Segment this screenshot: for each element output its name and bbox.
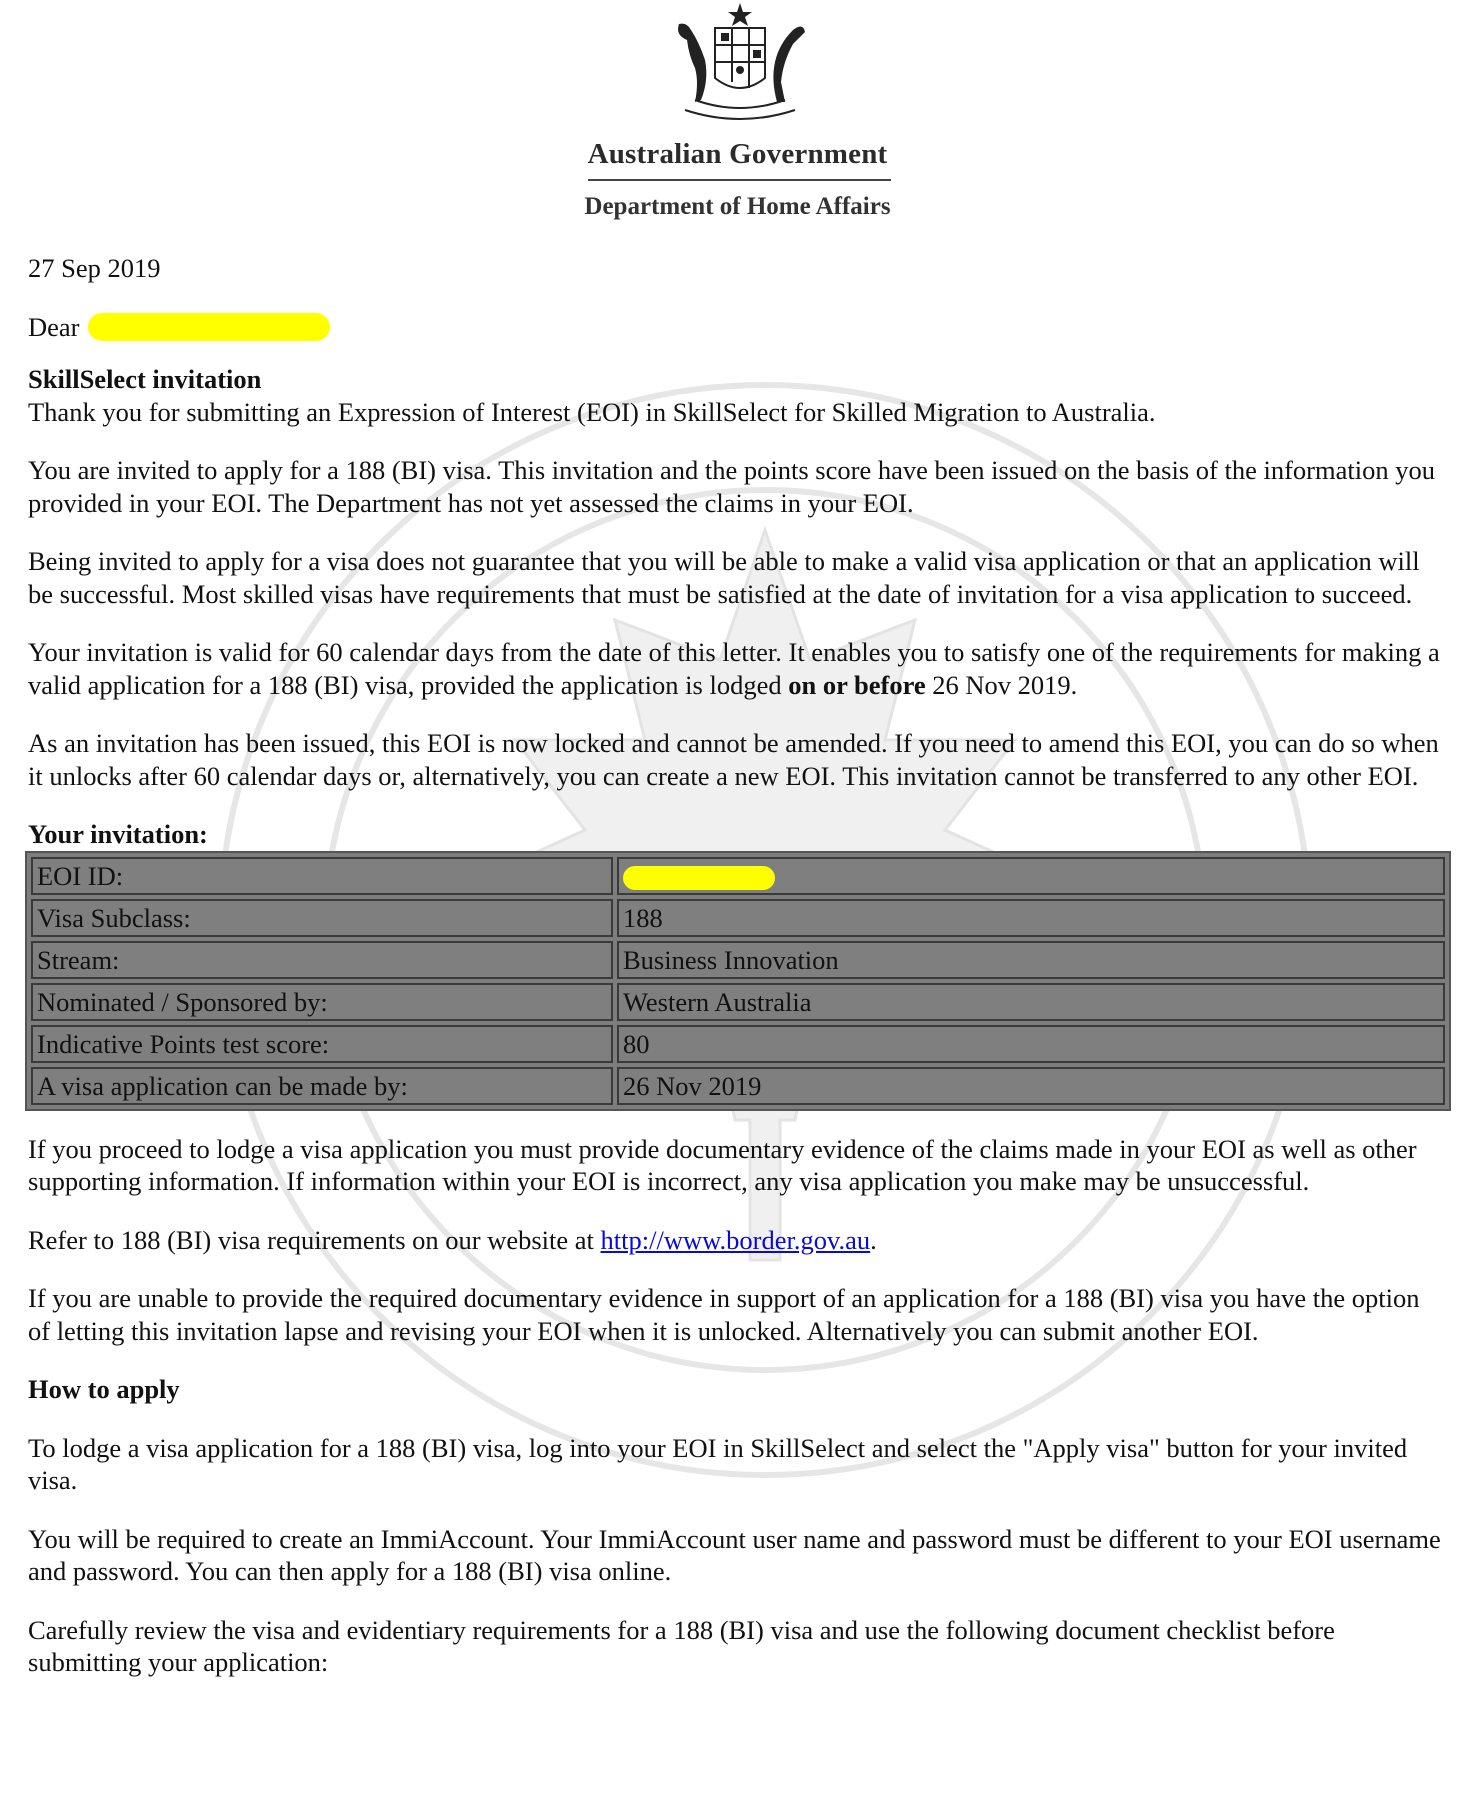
invitation-row: Stream: Business Innovation bbox=[31, 940, 1445, 979]
validity-emphasis: on or before bbox=[788, 669, 926, 700]
paragraph-refer: Refer to 188 (BI) visa requirements on o… bbox=[28, 1224, 1448, 1257]
invitation-label: Indicative Points test score: bbox=[31, 1024, 613, 1063]
invitation-label: EOI ID: bbox=[31, 856, 613, 895]
invitation-row: EOI ID: bbox=[31, 856, 1445, 895]
letterhead: Australian Government Department of Home… bbox=[0, 0, 1475, 230]
paragraph-checklist: Carefully review the visa and evidentiar… bbox=[28, 1614, 1335, 1678]
paragraph-invited: You are invited to apply for a 188 (BI) … bbox=[28, 455, 1435, 518]
letterhead-divider bbox=[588, 179, 891, 181]
paragraph-immiaccount: You will be required to create an ImmiAc… bbox=[28, 1523, 1441, 1587]
invitation-value: Business Innovation bbox=[617, 940, 1445, 979]
invitation-label: Nominated / Sponsored by: bbox=[31, 982, 613, 1021]
invitation-value: Western Australia bbox=[617, 982, 1445, 1021]
salutation-text: Dear bbox=[28, 311, 80, 342]
paragraph-lapse: If you are unable to provide the require… bbox=[28, 1283, 1420, 1346]
salutation: Dear bbox=[28, 311, 1448, 344]
invitation-label: A visa application can be made by: bbox=[31, 1066, 613, 1105]
paragraph-lodge: To lodge a visa application for a 188 (B… bbox=[28, 1432, 1408, 1496]
validity-date: 26 Nov 2019. bbox=[925, 669, 1078, 700]
invitation-row: A visa application can be made by: 26 Nov… bbox=[31, 1066, 1445, 1105]
invitation-label: Visa Subclass: bbox=[31, 898, 613, 937]
how-to-apply-heading: How to apply bbox=[28, 1373, 1448, 1406]
paragraph-validity: Your invitation is valid for 60 calendar… bbox=[28, 636, 1448, 701]
coat-of-arms-icon bbox=[678, 3, 805, 120]
paragraph-locked: As an invitation has been issued, this E… bbox=[28, 728, 1439, 791]
invitation-row: Visa Subclass: 188 bbox=[31, 898, 1445, 937]
government-name: Australian Government bbox=[587, 138, 888, 170]
invitation-row: Indicative Points test score: 80 bbox=[31, 1024, 1445, 1063]
department-name: Department of Home Affairs bbox=[584, 193, 891, 220]
invitation-row: Nominated / Sponsored by: Western Austral… bbox=[31, 982, 1445, 1021]
paragraph-evidence: If you proceed to lodge a visa applicati… bbox=[28, 1133, 1417, 1197]
invitation-heading-text: Your invitation: bbox=[28, 819, 208, 849]
refer-end: . bbox=[870, 1224, 877, 1255]
subject-text: SkillSelect invitation bbox=[28, 364, 262, 394]
redacted-name bbox=[88, 313, 331, 342]
invitation-value: 188 bbox=[617, 898, 1445, 937]
invitation-value: 80 bbox=[617, 1024, 1445, 1063]
letter-body: 27 Sep 2019 Dear SkillSelect invitation … bbox=[25, 252, 1451, 1679]
how-to-apply-text: How to apply bbox=[28, 1374, 180, 1404]
invitation-value bbox=[617, 856, 1445, 895]
validity-text: Your invitation is valid for 60 calendar… bbox=[28, 637, 1440, 700]
letter-date: 27 Sep 2019 bbox=[28, 253, 161, 283]
redacted-eoi-id bbox=[623, 866, 775, 891]
invitation-heading: Your invitation: bbox=[28, 818, 1448, 851]
invitation-label: Stream: bbox=[31, 940, 613, 979]
refer-text: Refer to 188 (BI) visa requirements on o… bbox=[28, 1224, 601, 1255]
paragraph-thanks: Thank you for submitting an Expression o… bbox=[28, 396, 1156, 427]
invitation-table: EOI ID: Visa Subclass: 188 Stream: Business … bbox=[25, 850, 1451, 1111]
invitation-value: 26 Nov 2019 bbox=[617, 1066, 1445, 1105]
border-website-link[interactable]: http://www.border.gov.au bbox=[601, 1225, 871, 1255]
subject-heading: SkillSelect invitation bbox=[28, 363, 1448, 396]
paragraph-guarantee: Being invited to apply for a visa does n… bbox=[28, 546, 1420, 609]
